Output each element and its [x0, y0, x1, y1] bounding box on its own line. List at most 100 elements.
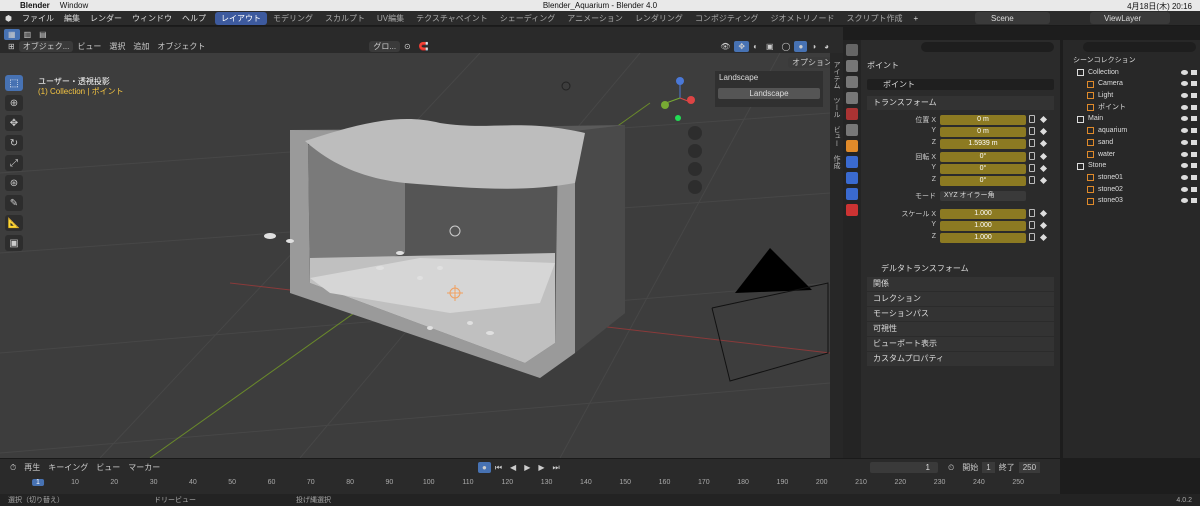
prev-keyframe-icon[interactable]: ◀: [506, 462, 520, 473]
blender-logo-icon[interactable]: ⬢: [0, 14, 17, 23]
visibility-eye-icon[interactable]: [1181, 186, 1188, 192]
marker-menu[interactable]: マーカー: [124, 462, 164, 473]
camera-object[interactable]: [711, 248, 829, 382]
transform-section-header[interactable]: トランスフォーム: [867, 96, 1054, 110]
transform-tool-icon[interactable]: ⊛: [5, 175, 23, 191]
pivot-icon[interactable]: ⊙: [400, 41, 415, 52]
timeline-editor-icon[interactable]: ⏱: [6, 462, 20, 473]
current-frame-field[interactable]: 1: [870, 462, 938, 473]
tool-props-icon[interactable]: [846, 44, 858, 56]
overlay-icon[interactable]: ◐: [749, 41, 762, 52]
scale-y-lock-icon[interactable]: [1029, 221, 1035, 229]
texture-props-icon[interactable]: [846, 204, 858, 216]
visibility-eye-icon[interactable]: [1181, 198, 1188, 204]
render-camera-icon[interactable]: [1191, 163, 1197, 169]
workspace-tab-1[interactable]: モデリング: [267, 12, 319, 25]
wireframe-shading-icon[interactable]: ◯: [778, 41, 795, 52]
properties-search-input[interactable]: [921, 42, 1054, 52]
move-tool-icon[interactable]: ✥: [5, 115, 23, 131]
add-cube-tool-icon[interactable]: ▣: [5, 235, 23, 251]
visibility-eye-icon[interactable]: [1181, 139, 1188, 145]
scale-y-field[interactable]: 1.000: [940, 221, 1026, 231]
menu-item-4[interactable]: ヘルプ: [177, 13, 211, 24]
visibility-eye-icon[interactable]: [1181, 128, 1188, 134]
end-frame-field[interactable]: 250: [1018, 462, 1041, 473]
render-camera-icon[interactable]: [1191, 81, 1197, 87]
render-camera-icon[interactable]: [1191, 174, 1197, 180]
workspace-tab-8[interactable]: コンポジティング: [689, 12, 765, 25]
rot-y-keyframe-icon[interactable]: [1039, 164, 1048, 173]
workspace-tab-5[interactable]: シェーディング: [494, 12, 561, 25]
cursor-tool-icon[interactable]: ⊕: [5, 95, 23, 111]
props-section-0[interactable]: 関係: [867, 277, 1054, 291]
workspace-tab-6[interactable]: アニメーション: [561, 12, 629, 25]
rot-z-lock-icon[interactable]: [1029, 176, 1035, 184]
viewport-nav-buttons[interactable]: [688, 126, 702, 194]
loc-y-lock-icon[interactable]: [1029, 127, 1035, 135]
outliner-row-6[interactable]: sand: [1063, 137, 1200, 149]
workspace-tab-9[interactable]: ジオメトリノード: [764, 12, 840, 25]
outliner-row-10[interactable]: stone02: [1063, 184, 1200, 196]
select-menu[interactable]: 選択: [105, 41, 129, 52]
outliner-row-0[interactable]: Collection: [1063, 67, 1200, 79]
scene-selector[interactable]: Scene: [975, 12, 1050, 24]
scale-x-lock-icon[interactable]: [1029, 209, 1035, 217]
render-camera-icon[interactable]: [1191, 116, 1197, 122]
object-name-field[interactable]: ポイント: [867, 79, 1054, 90]
render-camera-icon[interactable]: [1191, 151, 1197, 157]
outliner-row-7[interactable]: water: [1063, 149, 1200, 161]
editor-type-icon[interactable]: ⊞: [4, 41, 19, 52]
timer-icon[interactable]: ⏲: [944, 462, 958, 473]
scale-x-keyframe-icon[interactable]: [1039, 209, 1048, 218]
outliner-row-4[interactable]: Main: [1063, 113, 1200, 125]
visibility-icon[interactable]: 👁: [716, 41, 734, 52]
navigation-gizmo[interactable]: [661, 77, 695, 121]
loc-x-lock-icon[interactable]: [1029, 115, 1035, 123]
jump-end-icon[interactable]: ⏭: [549, 462, 564, 473]
loc-y-keyframe-icon[interactable]: [1039, 127, 1048, 136]
scale-y-keyframe-icon[interactable]: [1039, 221, 1048, 230]
sidebar-tab-3[interactable]: 作成: [831, 155, 841, 169]
transform-orientation[interactable]: グロ...: [369, 41, 401, 52]
workspace-tab-2[interactable]: スカルプト: [319, 12, 371, 25]
visibility-eye-icon[interactable]: [1181, 104, 1188, 110]
3d-cursor-icon[interactable]: [561, 81, 571, 91]
visibility-eye-icon[interactable]: [1181, 93, 1188, 99]
loc-z-keyframe-icon[interactable]: [1039, 139, 1048, 148]
menu-item-2[interactable]: レンダー: [85, 13, 127, 24]
workspace-tab-3[interactable]: UV編集: [371, 12, 410, 25]
select-tool-icon[interactable]: ⬚: [5, 75, 23, 91]
render-camera-icon[interactable]: [1191, 93, 1197, 99]
jump-start-icon[interactable]: ⏮: [491, 462, 506, 473]
select-box-icon[interactable]: ▦: [4, 29, 20, 40]
auto-keying-icon[interactable]: ●: [478, 462, 491, 473]
render-props-icon[interactable]: [846, 60, 858, 72]
rot-y-lock-icon[interactable]: [1029, 164, 1035, 172]
workspace-tab-4[interactable]: テクスチャペイント: [410, 12, 494, 25]
sidebar-tab-1[interactable]: ツール: [831, 97, 841, 118]
workspace-tab-10[interactable]: スクリプト作成: [840, 12, 908, 25]
gizmo-toggle-icon[interactable]: ✥: [734, 41, 750, 52]
next-keyframe-icon[interactable]: ▶: [534, 462, 548, 473]
props-section-1[interactable]: コレクション: [867, 292, 1054, 306]
loc-z-lock-icon[interactable]: [1029, 139, 1035, 147]
solid-shading-icon[interactable]: ●: [794, 41, 808, 52]
add-menu[interactable]: 追加: [129, 41, 153, 52]
render-camera-icon[interactable]: [1191, 69, 1197, 75]
sidebar-tab-0[interactable]: アイテム: [831, 61, 841, 89]
visibility-eye-icon[interactable]: [1181, 163, 1188, 169]
playhead[interactable]: 1: [32, 479, 44, 486]
select-subtract-icon[interactable]: ▤: [35, 29, 51, 40]
object-menu[interactable]: オブジェクト: [153, 41, 209, 52]
playback-menu[interactable]: 再生: [20, 462, 44, 473]
rotate-tool-icon[interactable]: ↻: [5, 135, 23, 151]
loc-x-keyframe-icon[interactable]: [1039, 115, 1048, 124]
xray-icon[interactable]: ▣: [762, 41, 778, 52]
keying-menu[interactable]: キーイング: [44, 462, 92, 473]
constraints-props-icon[interactable]: [846, 172, 858, 184]
outliner-row-9[interactable]: stone01: [1063, 172, 1200, 184]
measure-tool-icon[interactable]: 📐: [5, 215, 23, 231]
props-section-3[interactable]: 可視性: [867, 322, 1054, 336]
outliner-row-11[interactable]: stone03: [1063, 195, 1200, 207]
rot-z-field[interactable]: 0°: [940, 176, 1026, 186]
